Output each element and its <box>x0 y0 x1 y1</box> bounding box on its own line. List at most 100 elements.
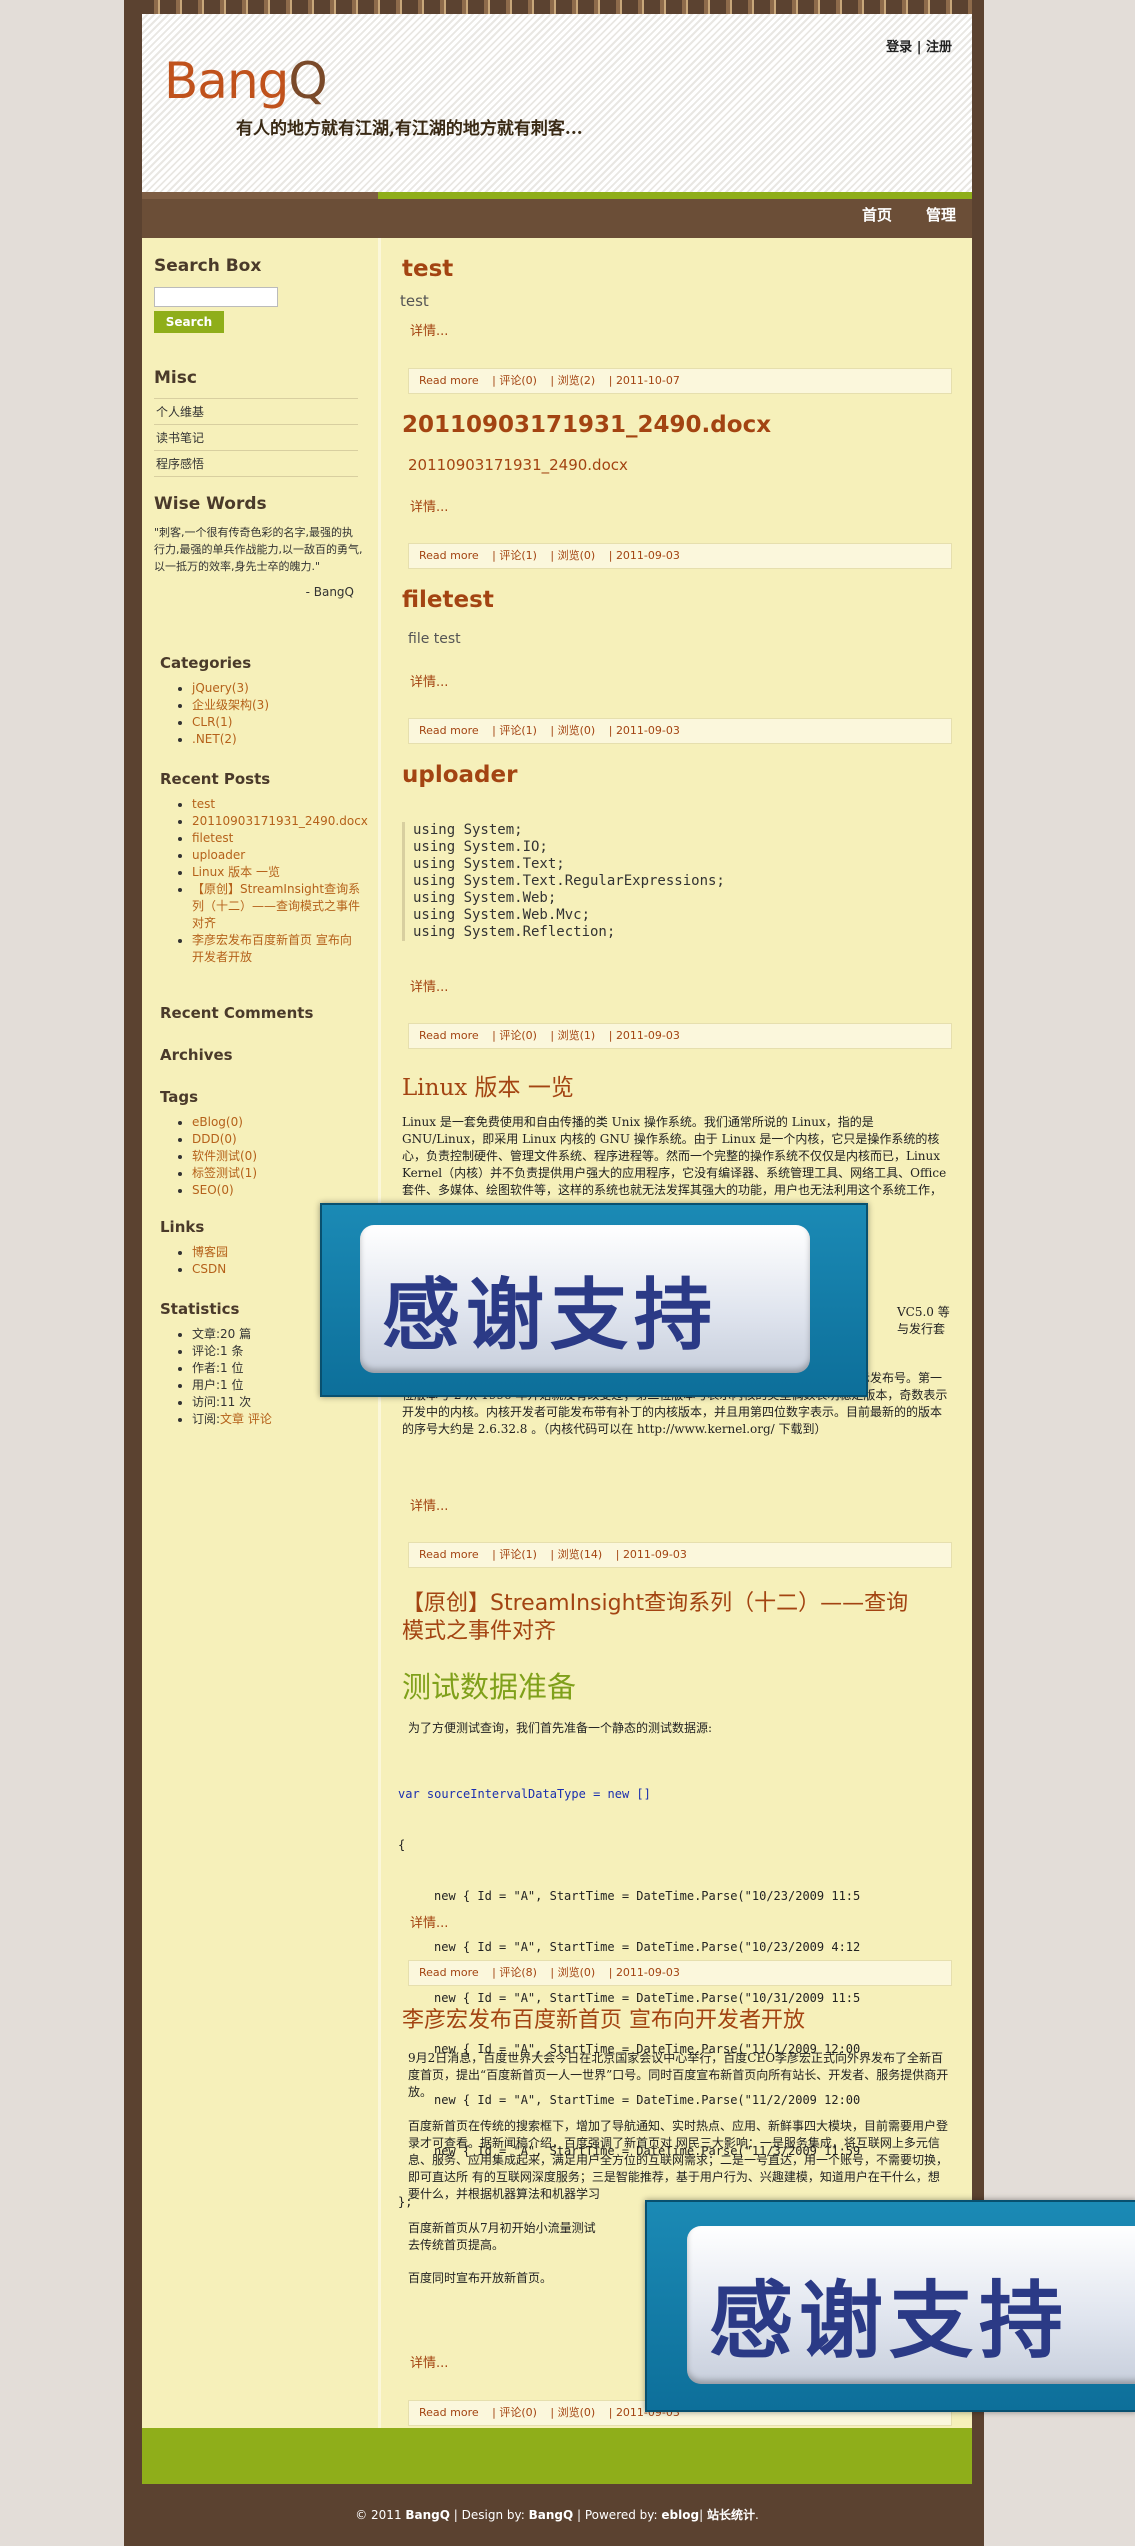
code-block: using System; using System.IO; using Sys… <box>402 822 725 941</box>
tag-link[interactable]: eBlog(0) <box>192 1115 243 1129</box>
readmore-link[interactable]: Read more <box>419 549 479 562</box>
recent-post-link[interactable]: filetest <box>192 831 233 845</box>
footer-stats-link[interactable]: 站长统计 <box>707 2508 755 2522</box>
stat-item: 访问:11 次 <box>192 1395 252 1409</box>
list-item: jQuery(3) <box>192 680 269 697</box>
post-title[interactable]: uploader <box>402 762 517 788</box>
category-link[interactable]: .NET(2) <box>192 732 237 746</box>
misc-item[interactable]: 个人维基 <box>154 399 358 425</box>
post-title[interactable]: filetest <box>402 587 494 613</box>
nav-accent-right <box>378 192 972 199</box>
post-title[interactable]: 【原创】StreamInsight查询系列（十二）——查询 模式之事件对齐 <box>402 1590 962 1646</box>
categories-title: Categories <box>160 654 252 672</box>
list-item: 访问:11 次 <box>192 1394 272 1411</box>
readmore-link[interactable]: Read more <box>419 724 479 737</box>
subscribe-article-link[interactable]: 文章 <box>220 1412 244 1426</box>
readmore-link[interactable]: Read more <box>419 1548 479 1561</box>
footer-designer-link[interactable]: BangQ <box>529 2508 574 2522</box>
post-title[interactable]: test <box>402 256 453 282</box>
post-body: Linux 是一套免费使用和自由传播的类 Unix 操作系统。我们通常所说的 L… <box>402 1115 947 1197</box>
statistics-list: 文章:20 篇 评论:1 条 作者:1 位 用户:1 位 访问:11 次 订阅:… <box>160 1326 272 1428</box>
readmore-link[interactable]: Read more <box>419 2406 479 2419</box>
read-more-link[interactable]: 详情... <box>410 1912 448 1931</box>
categories-list: jQuery(3) 企业级架构(3) CLR(1) .NET(2) <box>160 680 269 748</box>
banner-text: 感谢支持 <box>382 1271 719 1361</box>
comments-link[interactable]: 评论(0) <box>499 1029 537 1042</box>
code-line: new { Id = "A", StartTime = DateTime.Par… <box>434 1940 861 1954</box>
recent-post-link[interactable]: uploader <box>192 848 245 862</box>
recent-post-link[interactable]: test <box>192 797 215 811</box>
code-line: using System.Text; <box>413 856 565 872</box>
post-paragraph: 百度新首页在传统的搜索框下，增加了导航通知、实时热点、应用、新鲜事四大模块，目前… <box>408 2119 949 2201</box>
comments-link[interactable]: 评论(1) <box>499 1548 537 1561</box>
nav-items: 首页 管理 <box>828 204 956 225</box>
readmore-link[interactable]: Read more <box>419 1029 479 1042</box>
code-line: using System.Web; <box>413 890 557 906</box>
comments-link[interactable]: 评论(0) <box>499 374 537 387</box>
list-item: 20110903171931_2490.docx <box>192 813 368 830</box>
tag-link[interactable]: 软件测试(0) <box>192 1149 257 1163</box>
misc-item[interactable]: 读书笔记 <box>154 425 358 451</box>
stat-item: 评论:1 条 <box>192 1344 244 1358</box>
banner-text: 感谢支持 <box>709 2272 1070 2370</box>
misc-item[interactable]: 程序感悟 <box>154 451 358 477</box>
read-more-link[interactable]: 详情... <box>410 496 448 515</box>
views-count: 浏览(0) <box>557 549 596 562</box>
read-more-link[interactable]: 详情... <box>410 2352 448 2371</box>
list-item: eBlog(0) <box>192 1114 257 1131</box>
recent-post-link[interactable]: Linux 版本 一览 <box>192 865 280 879</box>
readmore-link[interactable]: Read more <box>419 374 479 387</box>
floating-ad-banner[interactable]: 感谢支持 <box>645 2200 1135 2412</box>
post-title-line: 模式之事件对齐 <box>402 1619 557 1644</box>
readmore-link[interactable]: Read more <box>419 1966 479 1979</box>
list-item: .NET(2) <box>192 731 269 748</box>
list-item: 博客园 <box>192 1244 228 1261</box>
wise-author: - BangQ <box>305 585 354 599</box>
comments-link[interactable]: 评论(8) <box>499 1966 537 1979</box>
nav-home[interactable]: 首页 <box>862 206 892 224</box>
category-link[interactable]: jQuery(3) <box>192 681 249 695</box>
recent-post-link[interactable]: 李彦宏发布百度新首页 宣布向开发者开放 <box>192 933 352 964</box>
list-item: SEO(0) <box>192 1182 257 1199</box>
post-meta: Read more | 评论(1) | 浏览(0) | 2011-09-03 <box>408 718 952 744</box>
nav-accent-left <box>142 192 378 199</box>
footer-text: | <box>699 2508 707 2522</box>
comments-link[interactable]: 评论(1) <box>499 724 537 737</box>
nav-manage[interactable]: 管理 <box>926 206 956 224</box>
site-logo[interactable]: BangQ <box>164 52 328 110</box>
footer-text: . <box>754 2508 759 2522</box>
tag-link[interactable]: DDD(0) <box>192 1132 237 1146</box>
read-more-link[interactable]: 详情... <box>410 320 448 339</box>
login-link[interactable]: 登录 <box>886 40 912 55</box>
search-button[interactable]: Search <box>154 310 224 333</box>
footer-brand-link[interactable]: BangQ <box>405 2508 450 2522</box>
nav-bar: 首页 管理 <box>142 192 972 238</box>
tag-link[interactable]: 标签测试(1) <box>192 1166 257 1180</box>
comments-link[interactable]: 评论(0) <box>499 2406 537 2419</box>
post-body-fragment: VC5.0 等 <box>897 1305 950 1319</box>
category-link[interactable]: CLR(1) <box>192 715 232 729</box>
footer-eblog-link[interactable]: eblog <box>661 2508 699 2522</box>
category-link[interactable]: 企业级架构(3) <box>192 698 269 712</box>
friend-link[interactable]: CSDN <box>192 1262 226 1276</box>
recent-post-link[interactable]: 20110903171931_2490.docx <box>192 814 368 828</box>
read-more-link[interactable]: 详情... <box>410 976 448 995</box>
statistics-title: Statistics <box>160 1300 240 1318</box>
links-title: Links <box>160 1218 205 1236</box>
register-link[interactable]: 注册 <box>926 40 952 55</box>
footer: © 2011 BangQ | Design by: BangQ | Powere… <box>142 2484 972 2546</box>
subscribe-comment-link[interactable]: 评论 <box>248 1412 272 1426</box>
read-more-link[interactable]: 详情... <box>410 1495 448 1514</box>
post-attachment-link[interactable]: 20110903171931_2490.docx <box>408 456 628 474</box>
read-more-link[interactable]: 详情... <box>410 671 448 690</box>
tag-link[interactable]: SEO(0) <box>192 1183 234 1197</box>
search-input[interactable] <box>154 286 278 307</box>
recent-post-link[interactable]: 【原创】StreamInsight查询系列（十二）——查询模式之事件对齐 <box>192 882 360 930</box>
floating-ad-banner[interactable]: 感谢支持 <box>320 1203 868 1397</box>
post-title[interactable]: 20110903171931_2490.docx <box>402 412 771 438</box>
comments-link[interactable]: 评论(1) <box>499 549 537 562</box>
post-title[interactable]: 李彦宏发布百度新首页 宣布向开发者开放 <box>402 2002 805 2034</box>
post-title[interactable]: Linux 版本 一览 <box>402 1068 574 1102</box>
recent-posts-list: test 20110903171931_2490.docx filetest u… <box>160 796 368 966</box>
friend-link[interactable]: 博客园 <box>192 1245 228 1259</box>
